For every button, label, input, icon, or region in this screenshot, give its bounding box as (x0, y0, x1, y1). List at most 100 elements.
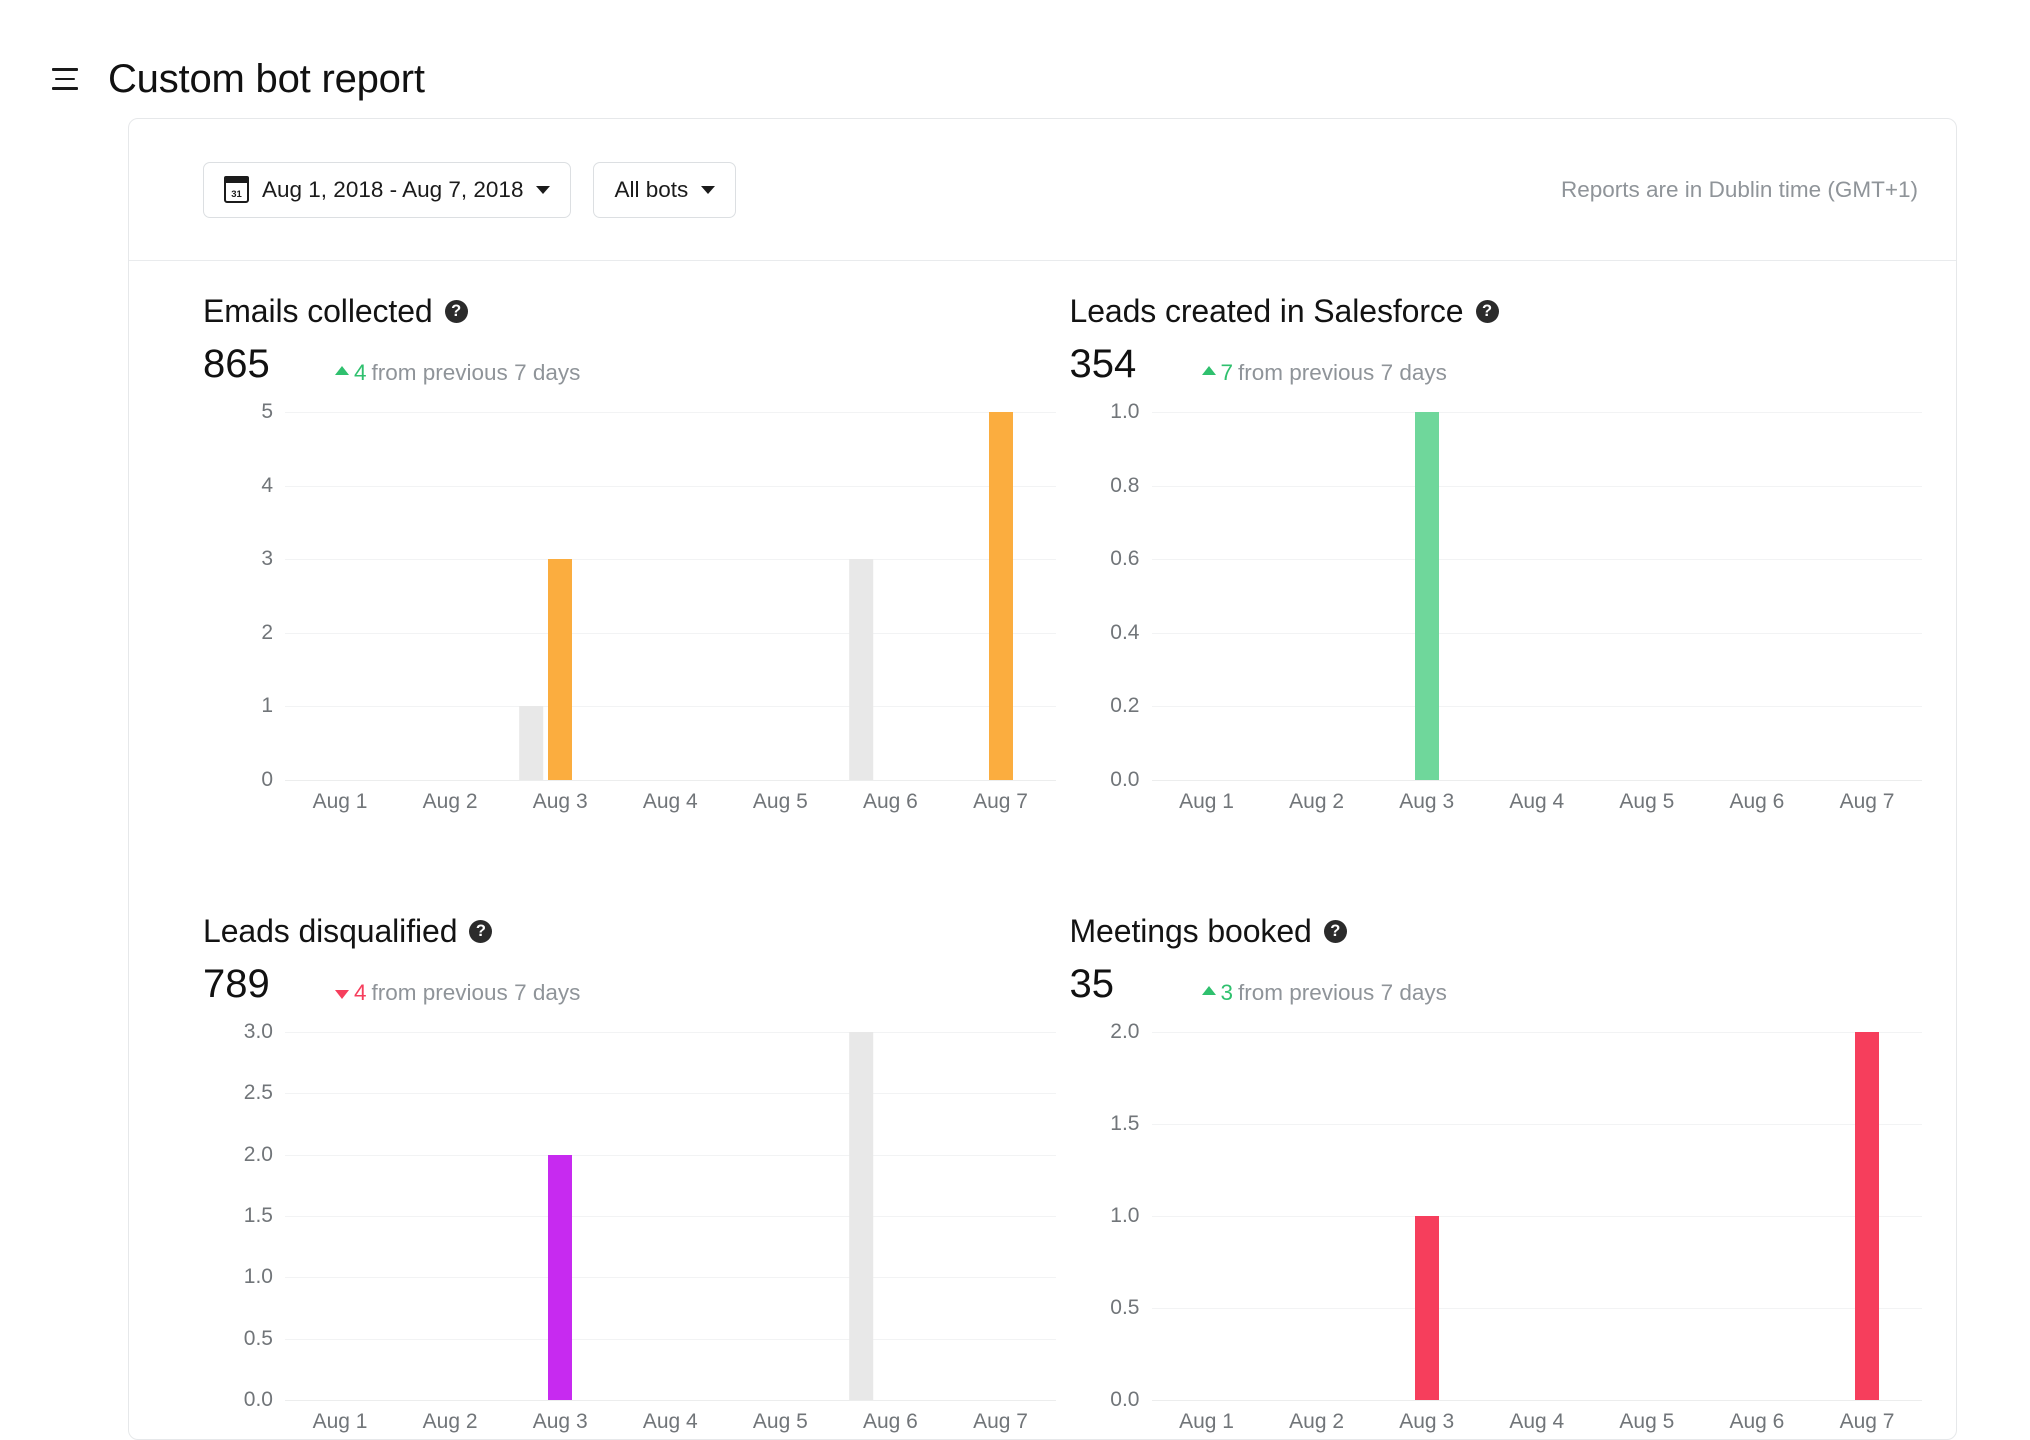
delta-text: from previous 7 days (372, 360, 581, 386)
x-axis-tick: Aug 1 (1152, 790, 1262, 814)
bar-group (835, 412, 945, 780)
bar-group (1372, 1032, 1482, 1400)
bot-filter-select[interactable]: All bots (593, 162, 736, 218)
plot-area (285, 412, 1056, 780)
x-axis-tick: Aug 6 (1702, 790, 1812, 814)
y-axis-tick: 0.6 (1110, 547, 1139, 571)
metric-card-emails-collected: Emails collected ? 865 4 from previous 7… (203, 295, 1070, 915)
bar-group (945, 1032, 1055, 1400)
trend-up-icon (335, 366, 349, 375)
y-axis-tick: 0.4 (1110, 621, 1139, 645)
chevron-down-icon (536, 186, 550, 194)
hamburger-icon[interactable] (52, 66, 82, 92)
date-range-picker[interactable]: Aug 1, 2018 - Aug 7, 2018 (203, 162, 571, 218)
x-axis-tick: Aug 1 (285, 1410, 395, 1434)
bar-group (395, 412, 505, 780)
delta-number: 4 (354, 980, 367, 1006)
y-axis-tick: 1.0 (1110, 400, 1139, 424)
x-axis-tick: Aug 6 (1702, 1410, 1812, 1434)
y-axis-tick: 3.0 (244, 1020, 273, 1044)
x-axis-tick: Aug 7 (1812, 790, 1922, 814)
delta-text: from previous 7 days (1238, 360, 1447, 386)
bar-previous[interactable] (519, 706, 543, 780)
y-axis-tick: 2 (261, 621, 273, 645)
gridline (285, 1400, 1056, 1401)
report-card: Aug 1, 2018 - Aug 7, 2018 All bots Repor… (128, 118, 1957, 1440)
bar-current[interactable] (548, 559, 572, 780)
bar-group (505, 1032, 615, 1400)
bar-previous[interactable] (850, 1032, 874, 1400)
bar-group (725, 1032, 835, 1400)
x-axis-tick: Aug 7 (1812, 1410, 1922, 1434)
y-axis-tick: 2.5 (244, 1081, 273, 1105)
bar-previous[interactable] (850, 559, 874, 780)
bar-group (505, 412, 615, 780)
bars (285, 412, 1056, 780)
metric-title-label: Emails collected (203, 295, 433, 327)
help-icon[interactable]: ? (445, 300, 468, 323)
metric-row: 35 3 from previous 7 days (1070, 964, 1937, 1010)
bars (1152, 1032, 1923, 1400)
page-title: Custom bot report (108, 59, 425, 99)
bar-group (945, 412, 1055, 780)
x-axis-tick: Aug 1 (1152, 1410, 1262, 1434)
delta-number: 7 (1221, 360, 1234, 386)
metric-value: 35 (1070, 964, 1202, 1004)
bar-current[interactable] (1415, 1216, 1439, 1400)
plot-area (1152, 412, 1923, 780)
metric-value: 354 (1070, 344, 1202, 384)
y-axis-tick: 2.0 (1110, 1020, 1139, 1044)
bar-current[interactable] (989, 412, 1013, 780)
trend-up-icon (1202, 986, 1216, 995)
bar-group (1262, 412, 1372, 780)
metric-value: 865 (203, 344, 335, 384)
y-axis-tick: 0 (261, 768, 273, 792)
metric-delta: 4 from previous 7 days (335, 980, 580, 1006)
bar-group (285, 412, 395, 780)
help-icon[interactable]: ? (469, 920, 492, 943)
x-axis-tick: Aug 3 (505, 1410, 615, 1434)
x-axis-tick: Aug 4 (615, 1410, 725, 1434)
bar-current[interactable] (548, 1155, 572, 1400)
bar-current[interactable] (1415, 412, 1439, 780)
x-axis: Aug 1Aug 2Aug 3Aug 4Aug 5Aug 6Aug 7 (1152, 790, 1923, 814)
gridline (285, 780, 1056, 781)
bar-group (395, 1032, 505, 1400)
y-axis-tick: 0.5 (244, 1327, 273, 1351)
gridline (1152, 780, 1923, 781)
metric-row: 789 4 from previous 7 days (203, 964, 1070, 1010)
y-axis-tick: 0.5 (1110, 1296, 1139, 1320)
y-axis-tick: 1.5 (1110, 1112, 1139, 1136)
y-axis-tick: 0.2 (1110, 694, 1139, 718)
metric-card-leads-disqualified: Leads disqualified ? 789 4 from previous… (203, 915, 1070, 1440)
x-axis-tick: Aug 3 (1372, 1410, 1482, 1434)
y-axis-tick: 2.0 (244, 1143, 273, 1167)
bar-group (725, 412, 835, 780)
metric-title: Meetings booked ? (1070, 915, 1937, 947)
bar-group (1702, 412, 1812, 780)
bar-group (1592, 1032, 1702, 1400)
bar-chart: 012345 Aug 1Aug 2Aug 3Aug 4Aug 5Aug 6Aug… (203, 412, 1070, 812)
metric-delta: 4 from previous 7 days (335, 360, 580, 386)
filter-bar: Aug 1, 2018 - Aug 7, 2018 All bots Repor… (129, 119, 1956, 261)
y-axis-tick: 4 (261, 474, 273, 498)
help-icon[interactable]: ? (1476, 300, 1499, 323)
metric-title-label: Meetings booked (1070, 915, 1312, 947)
y-axis-tick: 1.0 (244, 1265, 273, 1289)
metric-delta: 7 from previous 7 days (1202, 360, 1447, 386)
delta-text: from previous 7 days (372, 980, 581, 1006)
x-axis-tick: Aug 3 (1372, 790, 1482, 814)
help-icon[interactable]: ? (1324, 920, 1347, 943)
x-axis: Aug 1Aug 2Aug 3Aug 4Aug 5Aug 6Aug 7 (285, 790, 1056, 814)
y-axis: 0.00.51.01.52.0 (1070, 1032, 1152, 1400)
bar-group (285, 1032, 395, 1400)
y-axis-tick: 0.0 (244, 1388, 273, 1412)
y-axis-tick: 0.0 (1110, 768, 1139, 792)
bar-chart: 0.00.51.01.52.02.53.0 Aug 1Aug 2Aug 3Aug… (203, 1032, 1070, 1432)
x-axis-tick: Aug 4 (615, 790, 725, 814)
bar-current[interactable] (1855, 1032, 1879, 1400)
delta-number: 4 (354, 360, 367, 386)
metric-value: 789 (203, 964, 335, 1004)
x-axis: Aug 1Aug 2Aug 3Aug 4Aug 5Aug 6Aug 7 (285, 1410, 1056, 1434)
bar-group (835, 1032, 945, 1400)
